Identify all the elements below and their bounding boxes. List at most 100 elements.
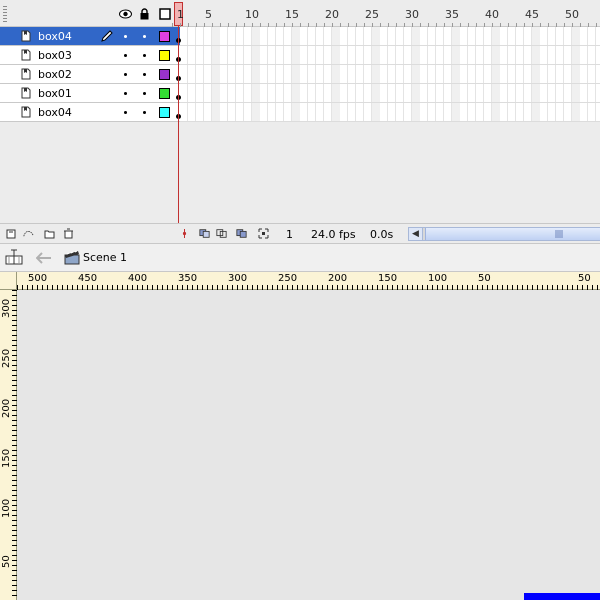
vertical-ruler-ticks	[12, 290, 17, 596]
onion-outline-icon[interactable]	[216, 228, 227, 239]
layer-outline-color[interactable]	[159, 69, 170, 80]
frame-band	[372, 84, 380, 102]
frame-band	[532, 84, 540, 102]
frame-band	[532, 103, 540, 121]
lock-dot[interactable]	[143, 92, 146, 95]
layer-name: box04	[38, 106, 72, 119]
ruler-label: 150	[378, 273, 398, 284]
layer-name: box02	[38, 68, 72, 81]
layer-row-box03[interactable]: box03	[0, 46, 180, 65]
frame-band	[372, 65, 380, 83]
insert-layer-icon[interactable]	[6, 228, 17, 239]
frame-band	[252, 103, 260, 121]
frame-band	[332, 65, 340, 83]
timeline-horizontal-scrollbar[interactable]: ◀	[408, 227, 600, 241]
ruler-corner	[0, 272, 17, 290]
frame-band	[452, 27, 460, 45]
layer-row-box01[interactable]: box01	[0, 84, 180, 103]
layer-row-box04-top[interactable]: box04	[0, 27, 180, 46]
frame-band	[492, 27, 500, 45]
modify-markers-icon[interactable]	[258, 228, 269, 239]
layer-icon	[21, 87, 31, 99]
frame-band	[532, 65, 540, 83]
frame-band	[212, 65, 220, 83]
stage-canvas[interactable]	[17, 290, 600, 600]
frame-band	[252, 46, 260, 64]
frame-rate-readout[interactable]: 24.0 fps	[311, 228, 356, 241]
scrollbar-thumb[interactable]	[425, 228, 600, 240]
layer-name: box03	[38, 49, 72, 62]
scrollbar-grip-icon	[555, 230, 563, 238]
frame-band	[492, 84, 500, 102]
frame-band	[252, 27, 260, 45]
frame-band	[292, 84, 300, 102]
visibility-dot[interactable]	[124, 35, 127, 38]
frame-row[interactable]	[180, 27, 600, 46]
frame-band	[572, 84, 580, 102]
lock-dot[interactable]	[143, 35, 146, 38]
frame-row[interactable]	[180, 103, 600, 122]
visibility-dot[interactable]	[124, 54, 127, 57]
layer-icon	[21, 68, 31, 80]
timeline-toggle-icon[interactable]	[4, 249, 24, 267]
frame-row[interactable]	[180, 84, 600, 103]
layer-outline-color[interactable]	[159, 50, 170, 61]
frame-band	[412, 103, 420, 121]
frame-band	[292, 27, 300, 45]
outline-icon[interactable]	[158, 7, 171, 20]
frame-row[interactable]	[180, 46, 600, 65]
timeline-header: 1 5 10 15 20 25 30 35 40 45 50	[0, 0, 600, 27]
layer-row-box04-bottom[interactable]: box04	[0, 103, 180, 122]
frame-band	[292, 65, 300, 83]
ruler-label: 250	[1, 348, 12, 368]
elapsed-time-readout: 0.0s	[370, 228, 394, 241]
ruler-label: 500	[28, 273, 48, 284]
frame-band	[212, 27, 220, 45]
frame-band	[372, 103, 380, 121]
frame-band	[292, 103, 300, 121]
insert-folder-icon[interactable]	[44, 228, 55, 239]
frame-row[interactable]	[180, 65, 600, 84]
frame-band	[572, 46, 580, 64]
delete-layer-icon[interactable]	[63, 228, 74, 239]
frame-band	[212, 46, 220, 64]
eye-icon[interactable]	[119, 7, 132, 20]
timeline-empty-area	[0, 122, 600, 223]
frame-band	[572, 65, 580, 83]
ruler-label: 50	[578, 273, 591, 284]
back-arrow-icon[interactable]	[36, 252, 52, 264]
ruler-label: 200	[1, 398, 12, 418]
lock-dot[interactable]	[143, 54, 146, 57]
layer-outline-color[interactable]	[159, 88, 170, 99]
lock-dot[interactable]	[143, 111, 146, 114]
frames-grid[interactable]	[180, 27, 600, 122]
layer-icon	[21, 106, 31, 118]
edit-multiple-frames-icon[interactable]	[236, 228, 247, 239]
pencil-icon	[101, 30, 113, 42]
lock-icon[interactable]	[138, 7, 151, 20]
center-frame-icon[interactable]	[179, 228, 190, 239]
frame-band	[492, 103, 500, 121]
current-frame-readout: 1	[286, 228, 293, 241]
layer-icon	[21, 49, 31, 61]
visibility-dot[interactable]	[124, 111, 127, 114]
frame-band	[292, 46, 300, 64]
layer-outline-color[interactable]	[159, 31, 170, 42]
layer-list: box04 box03 box02 box01 box04	[0, 27, 180, 122]
onion-skin-icon[interactable]	[199, 228, 210, 239]
frame-band	[452, 65, 460, 83]
layer-row-box02[interactable]: box02	[0, 65, 180, 84]
panel-grip[interactable]	[3, 6, 7, 22]
visibility-dot[interactable]	[124, 73, 127, 76]
visibility-dot[interactable]	[124, 92, 127, 95]
frame-band	[412, 46, 420, 64]
scroll-left-arrow-icon[interactable]: ◀	[409, 228, 423, 240]
layer-icon	[21, 30, 31, 42]
scene-breadcrumb[interactable]: Scene 1	[83, 251, 127, 264]
ruler-label: 300	[228, 273, 248, 284]
stage-rectangle-shape[interactable]	[524, 593, 600, 600]
frame-band	[332, 103, 340, 121]
motion-guide-icon[interactable]	[23, 228, 34, 239]
layer-outline-color[interactable]	[159, 107, 170, 118]
lock-dot[interactable]	[143, 73, 146, 76]
